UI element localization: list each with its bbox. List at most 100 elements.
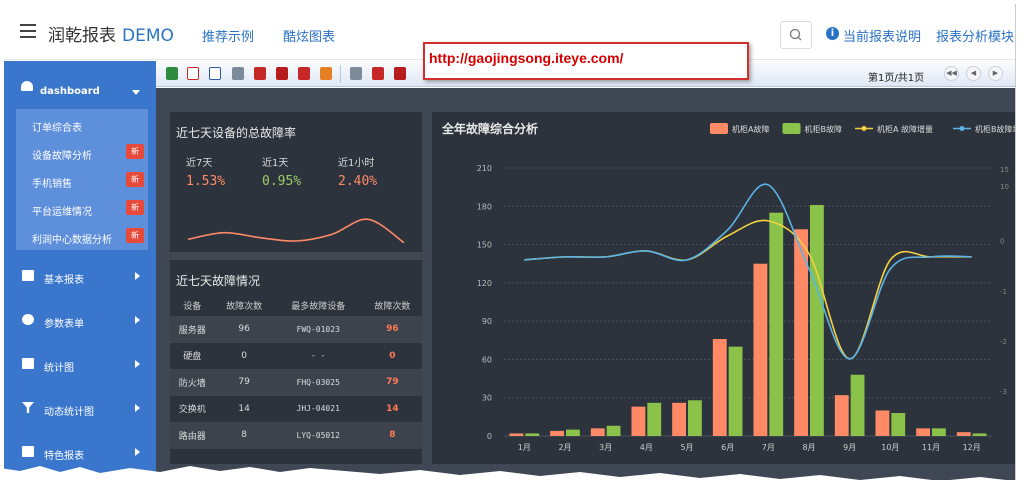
panel-title: 近七天设备的总故障率 [176,126,297,140]
export-icon[interactable] [276,67,288,80]
sidebar-item-dynamic-charts[interactable]: 动态统计图 [4,385,156,429]
bar-chart-icon [22,358,34,369]
sidebar-item-label: 特色报表 [44,451,84,462]
first-page-icon[interactable]: ◀◀ [944,66,959,81]
fault-table: 设备 故障次数 最多故障设备 故障次数 服务器 96 FWQ-01023 96 … [170,294,422,449]
sidebar-item-label: 参数表单 [44,319,84,330]
kpi-value: 1.53% [186,174,226,189]
x-tick-label: 10月 [881,443,899,452]
watermark-url-box: http://gaojingsong.iteye.com/ [423,42,749,80]
torn-edge [0,466,1024,490]
bar [875,410,890,436]
word-icon[interactable] [209,67,221,80]
y2-tick-label: -3 [1000,388,1007,396]
chevron-right-icon [135,272,140,280]
table-row: 交换机 14 JHJ-04021 14 [170,396,422,423]
dashboard-icon [21,81,33,91]
column-header: 故障次数 [226,301,263,312]
print-icon[interactable] [232,67,244,80]
table-cell: 路由器 [170,422,215,449]
sidebar-item-param-forms[interactable]: 参数表单 [4,297,156,341]
sidebar-item-label: 统计图 [44,363,74,374]
bar [590,428,605,436]
submenu-item[interactable]: 设备故障分析 新 [16,139,148,167]
bar [916,428,930,436]
column-header: 故障次数 [374,301,411,312]
y-tick-label: 150 [477,241,492,250]
bar [712,339,727,436]
nav-recommended-examples[interactable]: 推荐示例 [202,26,254,45]
kpi-label: 近1天 [262,158,289,169]
table-cell: 79 [214,369,274,396]
new-badge: 新 [126,144,144,159]
submenu-item[interactable]: 平台运维情况 新 [16,195,148,223]
chevron-right-icon [135,360,140,368]
legend-label: 机柜B故障 [805,124,843,134]
export-icon[interactable] [394,67,406,80]
table-row: 路由器 8 LYQ-05012 8 [170,422,422,449]
print-icon[interactable] [350,67,362,80]
legend-label: 机柜B故障增量 [975,124,1016,134]
submenu-item[interactable]: 利润中心数据分析 新 [16,223,148,251]
next-page-icon[interactable]: ▶ [988,66,1003,81]
report-help-link[interactable]: 当前报表说明 [843,26,921,45]
new-badge: 新 [126,200,144,215]
table-cell: FHQ-03025 [273,369,363,396]
search-icon [789,28,802,41]
x-tick-label: 9月 [843,443,856,452]
x-tick-label: 4月 [640,443,653,452]
submenu-item-label: 手机销售 [32,179,72,190]
table-cell: 8 [214,422,274,449]
x-tick-label: 8月 [802,443,815,452]
filter-icon [22,402,34,413]
y2-tick-label: -2 [1000,338,1007,346]
page-info: 第1页/共1页 [868,73,925,84]
legend-label: 机柜A 故障增量 [877,124,933,134]
y-tick-label: 0 [487,432,492,441]
submenu-item[interactable]: 订单综合表 [16,111,148,139]
legend-swatch [782,123,801,134]
column-header: 最多故障设备 [291,301,346,312]
y-tick-label: 90 [482,317,492,326]
kpi-label: 近1小时 [338,158,375,169]
hamburger-menu-icon[interactable] [20,24,36,38]
table-cell: FWQ-01023 [273,316,363,343]
table-cell: JHJ-04021 [296,404,340,414]
x-tick-label: 5月 [680,443,693,452]
excel-icon[interactable] [166,67,178,80]
sidebar-item-basic-reports[interactable]: 基本报表 [4,253,156,297]
table-cell: 14 [386,403,399,414]
fault-rate-panel: 近七天设备的总故障率 近7天 近1天 近1小时 1.53% 0.95% 2.40… [170,112,422,252]
nav-cool-charts[interactable]: 酷炫图表 [283,26,335,45]
y2-tick-label: 10 [1000,183,1009,191]
bar [688,400,702,436]
search-button[interactable] [780,21,812,49]
gears-icon [22,314,34,325]
series-line [524,219,972,360]
brand-logo[interactable]: 润乾报表 DEMO [48,21,174,46]
legend-swatch [710,123,728,134]
bar [972,433,987,436]
bar [834,395,849,436]
export-icon[interactable] [254,67,266,80]
export-icon[interactable] [298,67,310,80]
sidebar-item-label: 基本报表 [44,275,84,286]
app-window: 润乾报表 DEMO 推荐示例 酷炫图表 i 当前报表说明 报表分析模块 第1页/共… [4,4,1016,480]
toolbar-divider [340,65,341,83]
bar [956,432,971,436]
bar [850,374,865,436]
bar [769,212,784,436]
sidebar-item-charts[interactable]: 统计图 [4,341,156,385]
bar [509,433,524,436]
table-cell: 79 [362,369,422,396]
report-analysis-link[interactable]: 报表分析模块 [936,26,1014,45]
image-icon[interactable] [320,67,332,80]
pdf-icon[interactable] [187,67,199,80]
sidebar-item-dashboard[interactable]: dashboard [4,61,156,107]
prev-page-icon[interactable]: ◀ [966,66,981,81]
export-icon[interactable] [372,67,384,80]
bar [647,402,662,436]
brand-demo: DEMO [122,26,174,46]
y2-tick-label: 15 [1000,166,1009,174]
submenu-item[interactable]: 手机销售 新 [16,167,148,195]
